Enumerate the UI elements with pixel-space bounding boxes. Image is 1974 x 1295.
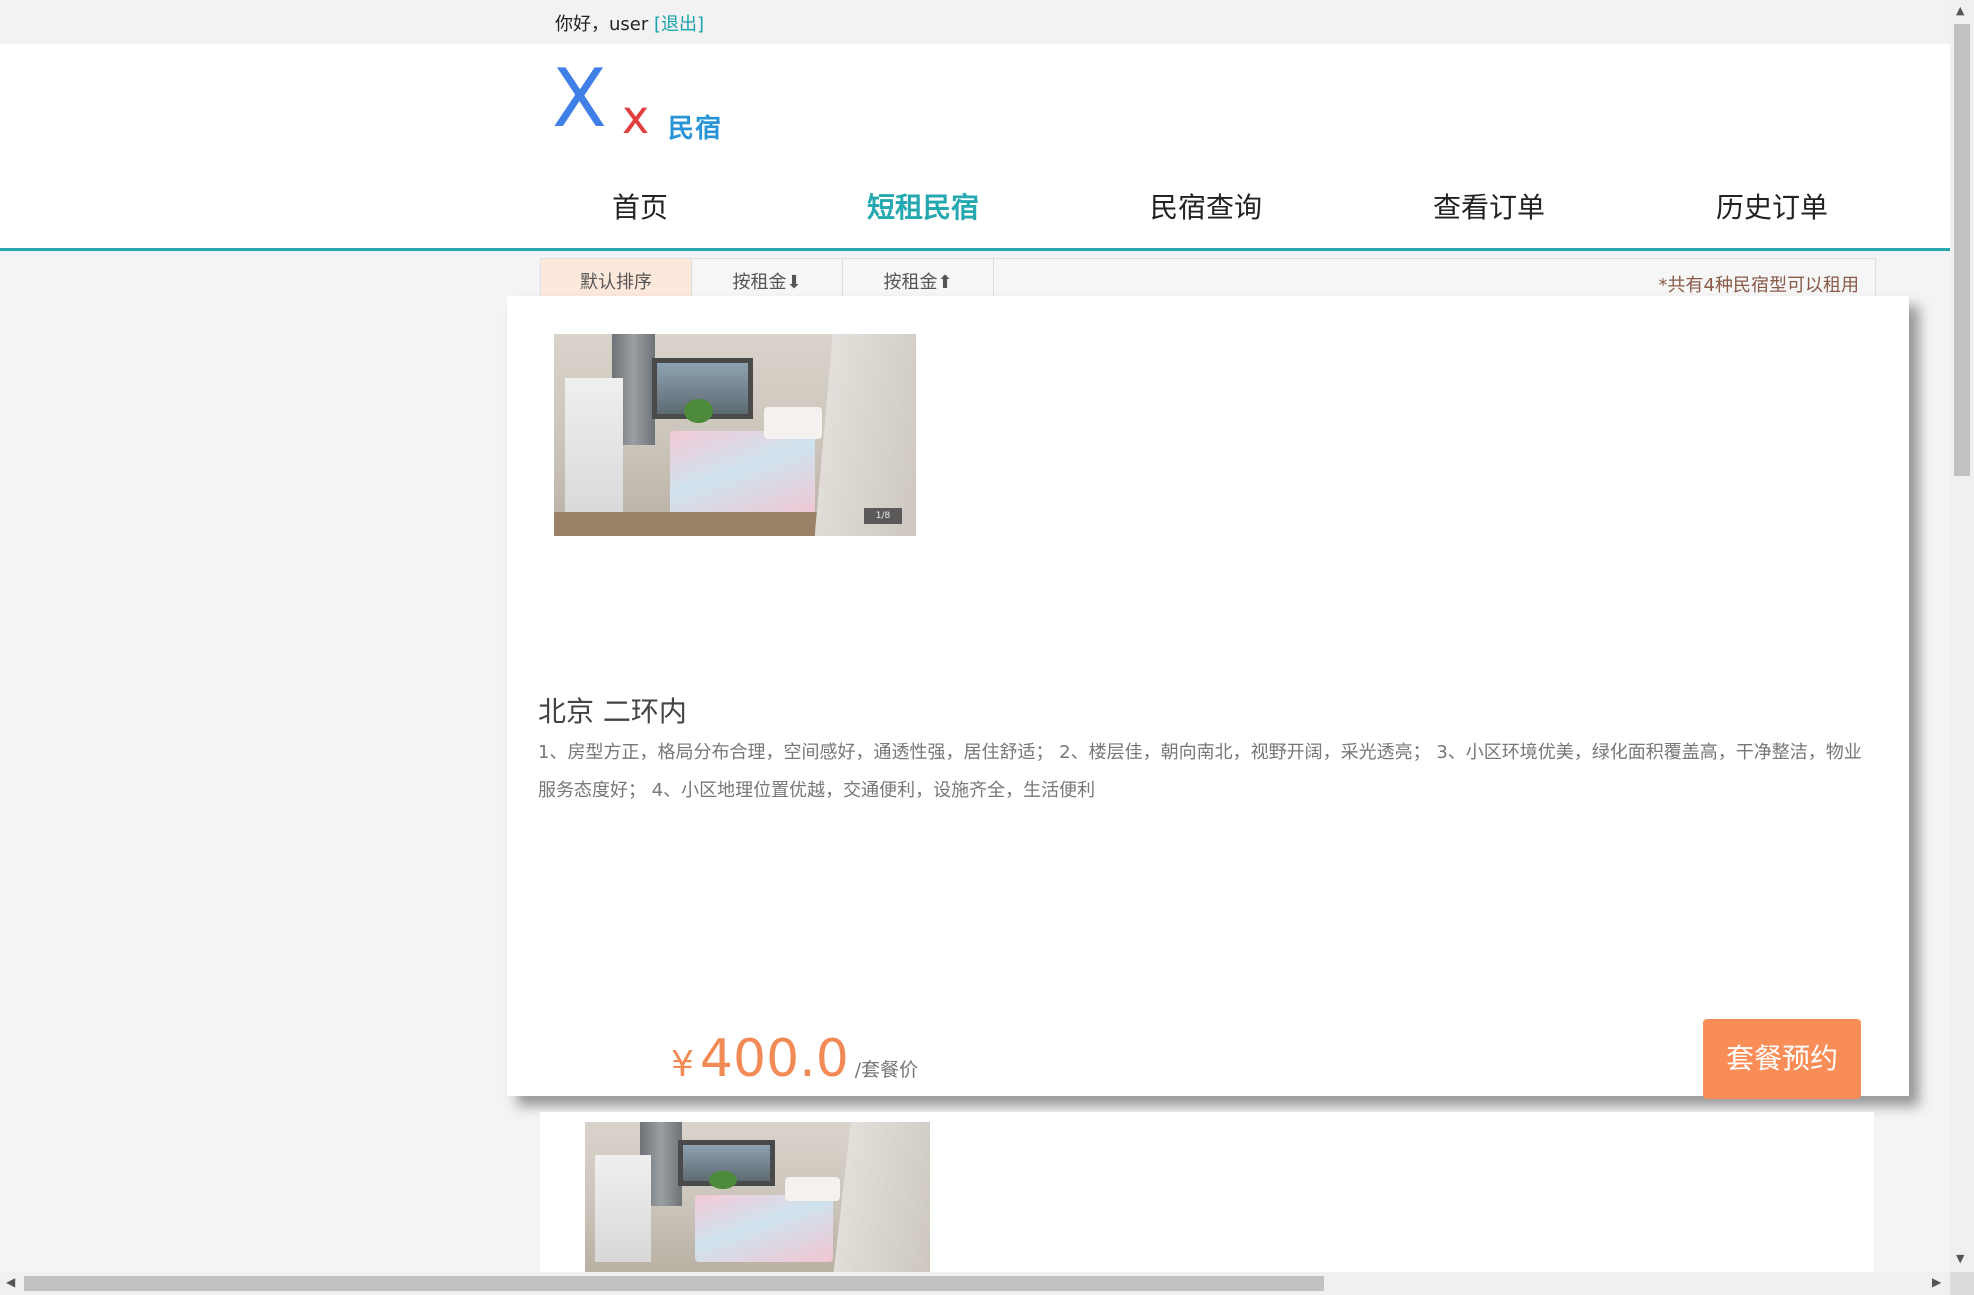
sort-price-asc-button[interactable]: 按租金⬆ — [843, 259, 994, 299]
bedroom-photo-icon[interactable]: 1/8 — [554, 334, 916, 536]
listing-card: 1/8 北京 二环内 1、房型方正，格局分布合理，空间感好，通透性强，居住舒适；… — [507, 296, 1909, 1099]
nav-item-home[interactable]: 首页 — [540, 186, 740, 226]
bedroom-photo-icon[interactable] — [585, 1122, 930, 1274]
scrollbar-corner — [1950, 1272, 1974, 1295]
horizontal-scrollbar[interactable]: ◀ ▶ — [0, 1272, 1950, 1295]
top-bar: 你好，user [退出] — [0, 0, 1950, 44]
greeting-text: 你好，user — [555, 14, 649, 35]
book-button[interactable]: 套餐预约 — [1703, 1019, 1861, 1099]
vertical-scroll-thumb[interactable] — [1954, 24, 1970, 476]
scroll-down-icon[interactable]: ▼ — [1956, 1252, 1964, 1265]
scroll-right-icon[interactable]: ▶ — [1932, 1275, 1941, 1289]
listing-count-note: *共有4种民宿型可以租用 — [1658, 275, 1859, 296]
sort-price-desc-button[interactable]: 按租金⬇ — [692, 259, 843, 299]
listing-card — [540, 1112, 1874, 1274]
sort-bar: 默认排序 按租金⬇ 按租金⬆ *共有4种民宿型可以租用 — [540, 258, 1876, 300]
price-value: 400.0 — [699, 1029, 849, 1089]
price-unit: /套餐价 — [854, 1059, 919, 1081]
nav-item-search[interactable]: 民宿查询 — [1106, 186, 1306, 226]
price-currency: ¥ — [671, 1044, 694, 1085]
vertical-scrollbar[interactable]: ▲ ▼ — [1950, 0, 1974, 1272]
logo-big-x: X — [552, 52, 607, 145]
scroll-up-icon[interactable]: ▲ — [1956, 4, 1964, 17]
sort-default-button[interactable]: 默认排序 — [541, 259, 692, 299]
header: X x 民宿 首页 短租民宿 民宿查询 查看订单 历史订单 — [0, 44, 1950, 251]
nav-item-history[interactable]: 历史订单 — [1672, 186, 1872, 226]
site-logo[interactable]: X x 民宿 — [552, 52, 762, 148]
main-nav: 首页 短租民宿 民宿查询 查看订单 历史订单 — [540, 186, 1950, 246]
logo-small-x: x — [622, 90, 650, 144]
listing-price: ¥400.0/套餐价 — [671, 1029, 918, 1089]
listing-description: 1、房型方正，格局分布合理，空间感好，通透性强，居住舒适； 2、楼层佳，朝向南北… — [538, 742, 1862, 801]
nav-item-short-rent[interactable]: 短租民宿 — [823, 186, 1023, 226]
greeting: 你好，user [退出] — [555, 10, 704, 36]
horizontal-scroll-thumb[interactable] — [24, 1276, 1324, 1291]
listing-title: 北京 二环内 — [538, 695, 687, 728]
image-counter: 1/8 — [864, 508, 902, 524]
nav-item-orders[interactable]: 查看订单 — [1389, 186, 1589, 226]
logo-name: 民宿 — [668, 114, 723, 144]
scroll-left-icon[interactable]: ◀ — [6, 1275, 15, 1289]
logout-link[interactable]: [退出] — [654, 14, 704, 35]
